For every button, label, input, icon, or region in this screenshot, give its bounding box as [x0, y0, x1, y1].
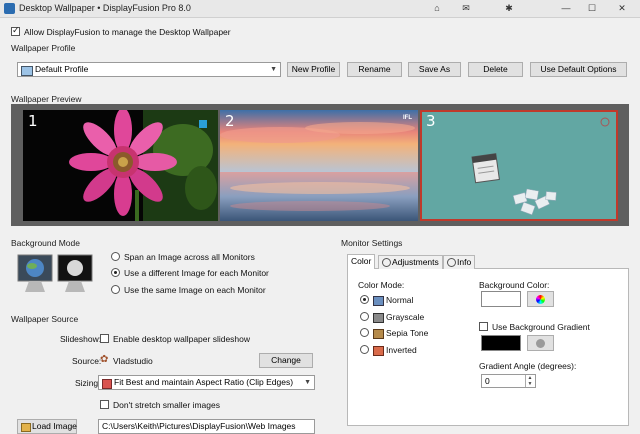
slideshow-label: Slideshow:: [60, 334, 102, 344]
dont-stretch-label: Don't stretch smaller images: [113, 400, 220, 410]
tab-info-label: Info: [457, 257, 472, 267]
sepia-label: Sepia Tone: [386, 328, 429, 338]
grayscale-radio[interactable]: [360, 312, 369, 321]
profile-select[interactable]: Default Profile ▼: [17, 62, 281, 77]
sepia-icon: [373, 329, 384, 339]
delete-button[interactable]: Delete: [468, 62, 523, 77]
monitor-1-number: 1: [28, 112, 38, 130]
span-mode-radio[interactable]: [111, 252, 120, 261]
normal-radio[interactable]: [360, 295, 369, 304]
sizing-select[interactable]: Fit Best and maintain Aspect Ratio (Clip…: [98, 375, 315, 390]
color-wheel-icon: [536, 295, 545, 304]
same-image-radio[interactable]: [111, 285, 120, 294]
monitor-2-preview[interactable]: 2 IFL: [220, 110, 418, 221]
normal-icon: [373, 296, 384, 306]
dont-stretch-checkbox[interactable]: [100, 400, 109, 409]
flower-image: [69, 110, 218, 221]
adjustments-icon: [382, 258, 391, 267]
different-image-radio[interactable]: [111, 268, 120, 277]
monitor-1-preview[interactable]: 1: [23, 110, 218, 221]
home-icon[interactable]: ⌂: [429, 2, 445, 15]
window-title: Desktop Wallpaper • DisplayFusion Pro 8.…: [19, 3, 191, 13]
monitor-2-badge: IFL: [403, 115, 412, 121]
tab-adjustments[interactable]: Adjustments: [378, 255, 443, 269]
color-wheel-disabled-icon: [536, 339, 545, 348]
grayscale-icon: [373, 313, 384, 323]
tab-info[interactable]: Info: [443, 255, 476, 269]
spinner-arrows-icon[interactable]: ▲ ▼: [525, 375, 534, 387]
source-value: Vladstudio: [113, 356, 153, 366]
new-profile-button[interactable]: New Profile: [287, 62, 340, 77]
normal-label: Normal: [386, 295, 414, 305]
sizing-icon: [102, 379, 112, 389]
gradient-color-picker-button[interactable]: [527, 335, 554, 351]
different-mode-icon: [57, 254, 95, 294]
gradient-color-swatch[interactable]: [481, 335, 521, 351]
span-mode-label: Span an Image across all Monitors: [124, 252, 255, 262]
span-mode-icon: [17, 254, 55, 294]
calendar-image: [422, 112, 616, 219]
gradient-angle-input[interactable]: 0 ▲ ▼: [481, 374, 536, 388]
monitor-3-number: 3: [426, 112, 436, 130]
sizing-select-value: Fit Best and maintain Aspect Ratio (Clip…: [114, 377, 294, 387]
minimize-button[interactable]: —: [558, 2, 574, 15]
wallpaper-profile-title: Wallpaper Profile: [11, 43, 79, 53]
slideshow-option-label: Enable desktop wallpaper slideshow: [113, 334, 251, 344]
chevron-down-icon: ▼: [304, 379, 311, 386]
background-color-label: Background Color:: [479, 280, 550, 290]
monitor-settings-title: Monitor Settings: [341, 238, 406, 248]
save-as-button[interactable]: Save As: [408, 62, 461, 77]
source-label: Source:: [72, 356, 102, 366]
inverted-label: Inverted: [386, 345, 417, 355]
grayscale-label: Grayscale: [386, 312, 425, 322]
sunset-image: [220, 110, 418, 221]
gradient-angle-value: 0: [485, 376, 490, 386]
sepia-radio[interactable]: [360, 328, 369, 337]
background-mode-title: Background Mode: [11, 238, 83, 248]
load-image-button[interactable]: Load Image: [17, 419, 77, 434]
chevron-down-icon: ▼: [270, 66, 277, 73]
inverted-radio[interactable]: [360, 345, 369, 354]
monitor-3-preview[interactable]: 3: [420, 110, 618, 221]
mail-icon[interactable]: ✉: [458, 2, 474, 15]
path-input[interactable]: C:\Users\Keith\Pictures\DisplayFusion\We…: [98, 419, 315, 434]
wallpaper-preview-area: 1 2 IFL 3: [11, 104, 629, 226]
wallpaper-source-title: Wallpaper Source: [11, 314, 82, 324]
pin-icon[interactable]: ✱: [501, 2, 517, 15]
color-mode-label: Color Mode:: [358, 280, 405, 290]
monitor-icon: [21, 66, 33, 76]
load-image-label: Load Image: [32, 421, 77, 431]
tab-adjustments-label: Adjustments: [392, 257, 439, 267]
same-image-label: Use the same Image on each Monitor: [124, 285, 266, 295]
use-gradient-label: Use Background Gradient: [492, 322, 590, 332]
allow-manage-checkbox[interactable]: [11, 25, 20, 36]
color-picker-button[interactable]: [527, 291, 554, 307]
wallpaper-preview-title: Wallpaper Preview: [11, 94, 85, 104]
allow-manage-label: Allow DisplayFusion to manage the Deskto…: [24, 27, 231, 37]
use-default-options-button[interactable]: Use Default Options: [530, 62, 627, 77]
background-color-swatch[interactable]: [481, 291, 521, 307]
vladstudio-icon: ✿: [100, 354, 109, 365]
profile-select-value: Default Profile: [35, 64, 89, 74]
app-icon: [4, 3, 15, 14]
use-gradient-checkbox[interactable]: [479, 322, 488, 331]
rename-button[interactable]: Rename: [347, 62, 402, 77]
change-source-button[interactable]: Change: [259, 353, 313, 368]
close-button[interactable]: ✕: [614, 2, 630, 15]
inverted-icon: [373, 346, 384, 356]
gradient-angle-label: Gradient Angle (degrees):: [479, 361, 577, 371]
sizing-label: Sizing:: [75, 378, 101, 388]
tab-color[interactable]: Color: [347, 254, 376, 269]
maximize-button[interactable]: ☐: [584, 2, 600, 15]
monitor-2-number: 2: [225, 112, 235, 130]
slideshow-checkbox[interactable]: [100, 334, 109, 343]
info-icon: [447, 258, 456, 267]
different-image-label: Use a different Image for each Monitor: [124, 268, 269, 278]
folder-icon: [21, 423, 31, 432]
title-bar: Desktop Wallpaper • DisplayFusion Pro 8.…: [0, 0, 640, 18]
